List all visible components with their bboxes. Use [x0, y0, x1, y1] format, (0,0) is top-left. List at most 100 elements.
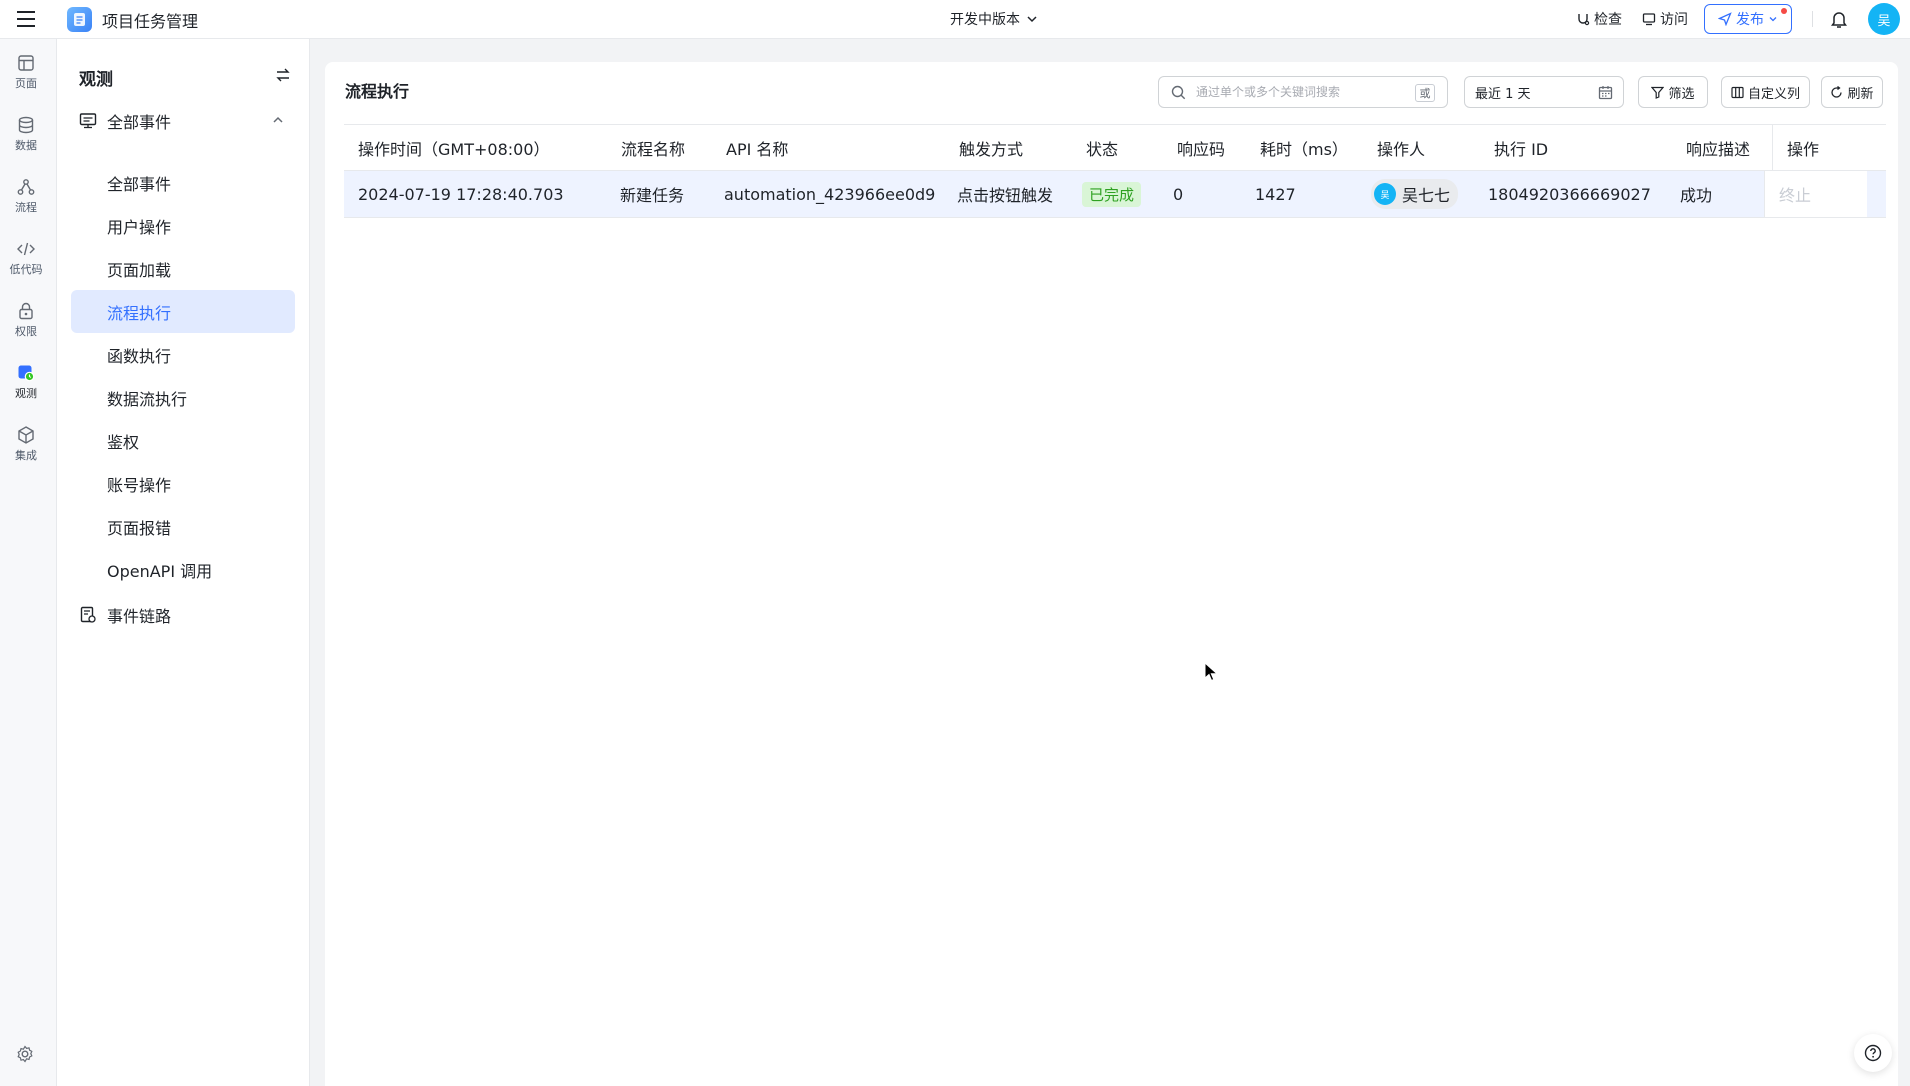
table-header: 操作时间（GMT+08:00） 流程名称 API 名称 触发方式 状态 响应码 …	[344, 124, 1886, 171]
rail-label: 页面	[15, 77, 37, 90]
sidebar-item-label: OpenAPI 调用	[107, 561, 213, 581]
sidebar-item-label: 数据流执行	[107, 389, 188, 409]
operator-chip[interactable]: 吴 吴七七	[1371, 179, 1459, 209]
version-selector[interactable]: 开发中版本	[950, 9, 1038, 29]
main-panel: 流程执行 或 最近 1 天 筛选 自定义列 刷新 操作时间（GMT+08:00）…	[325, 62, 1898, 1086]
refresh-label: 刷新	[1847, 86, 1874, 102]
app-logo	[67, 7, 92, 32]
sidebar-item-page-load[interactable]: 页面加载	[71, 247, 295, 290]
cube-icon	[18, 426, 34, 444]
custom-columns-label: 自定义列	[1747, 86, 1800, 102]
operator-name: 吴七七	[1402, 186, 1451, 205]
status-badge: 已完成	[1082, 181, 1142, 207]
cell-exec-id: 1804920366669027	[1488, 184, 1651, 204]
settings-icon[interactable]	[15, 1044, 35, 1064]
check-button[interactable]: 检查	[1576, 9, 1622, 29]
calendar-icon	[1598, 86, 1613, 100]
rail-label: 权限	[15, 325, 37, 338]
chevron-down-icon	[1027, 16, 1037, 23]
col-header-action: 操作	[1772, 125, 1886, 170]
visit-label: 访问	[1660, 12, 1688, 28]
mouse-cursor-icon	[1204, 662, 1218, 682]
col-header-response[interactable]: 响应描述	[1686, 125, 1750, 170]
switch-icon[interactable]	[275, 67, 291, 83]
sidebar-item-auth[interactable]: 鉴权	[71, 419, 295, 462]
rail-label: 低代码	[9, 263, 43, 276]
cell-flow-name: 新建任务	[620, 186, 685, 205]
refresh-button[interactable]: 刷新	[1821, 76, 1883, 108]
rail-item-observe[interactable]: 观测	[0, 363, 52, 401]
monitor-icon	[79, 113, 97, 129]
col-header-duration[interactable]: 耗时（ms）	[1260, 125, 1348, 170]
sidebar-item-label: 页面报错	[107, 518, 172, 538]
app-title: 项目任务管理	[102, 12, 199, 31]
user-avatar[interactable]: 吴	[1868, 3, 1900, 35]
sidebar-item-function-execution[interactable]: 函数执行	[71, 333, 295, 376]
filter-button[interactable]: 筛选	[1638, 76, 1708, 108]
check-label: 检查	[1594, 12, 1622, 28]
check-icon	[1578, 14, 1590, 26]
sidebar-item-flow-execution[interactable]: 流程执行	[71, 290, 295, 333]
filter-label: 筛选	[1668, 86, 1695, 102]
terminate-link[interactable]: 终止	[1764, 171, 1867, 217]
search-input[interactable]	[1194, 84, 1418, 100]
sidebar-title: 观测	[79, 70, 113, 90]
rail-label: 观测	[15, 387, 37, 400]
rail-item-permission[interactable]: 权限	[0, 301, 52, 339]
sidebar-item-all-events[interactable]: 全部事件	[71, 161, 295, 204]
col-header-trigger[interactable]: 触发方式	[959, 125, 1023, 170]
avatar: 吴	[1374, 183, 1396, 205]
sidebar-item-label: 账号操作	[107, 475, 172, 495]
col-header-exec-id[interactable]: 执行 ID	[1494, 125, 1548, 170]
table-row[interactable]: 2024-07-19 17:28:40.703 新建任务 automation_…	[344, 171, 1886, 218]
rail-item-integration[interactable]: 集成	[0, 425, 52, 463]
menu-icon[interactable]	[14, 8, 38, 30]
question-icon	[1864, 1044, 1882, 1062]
col-header-code[interactable]: 响应码	[1177, 125, 1225, 170]
custom-columns-button[interactable]: 自定义列	[1721, 76, 1810, 108]
col-header-flow-name[interactable]: 流程名称	[621, 125, 685, 170]
cell-duration: 1427	[1255, 184, 1296, 204]
or-toggle[interactable]: 或	[1415, 84, 1435, 102]
monitor-icon	[18, 365, 35, 382]
sidebar-item-label: 用户操作	[107, 217, 172, 237]
sidebar-item-page-errors[interactable]: 页面报错	[71, 505, 295, 548]
visit-button[interactable]: 访问	[1642, 9, 1688, 29]
rail-item-data[interactable]: 数据	[0, 115, 52, 153]
help-button[interactable]	[1854, 1034, 1892, 1072]
sidebar-item-openapi[interactable]: OpenAPI 调用	[71, 548, 295, 591]
code-icon	[17, 242, 35, 256]
sidebar-item-account-actions[interactable]: 账号操作	[71, 462, 295, 505]
publish-button[interactable]: 发布	[1704, 4, 1792, 34]
rail-label: 流程	[15, 201, 37, 214]
sidebar-group-all-events[interactable]: 全部事件	[71, 103, 295, 139]
sidebar-item-label: 页面加载	[107, 260, 172, 280]
col-header-time[interactable]: 操作时间（GMT+08:00）	[358, 125, 550, 170]
sidebar-item-user-actions[interactable]: 用户操作	[71, 204, 295, 247]
cell-operator: 吴 吴七七	[1371, 171, 1459, 217]
lock-icon	[19, 302, 33, 320]
bell-icon[interactable]	[1830, 9, 1848, 29]
rail-item-lowcode[interactable]: 低代码	[0, 239, 52, 277]
cell-api-name: automation_423966ee0d9	[724, 184, 936, 204]
chain-icon	[80, 606, 96, 623]
search-box[interactable]: 或	[1158, 76, 1448, 108]
rail-item-flow[interactable]: 流程	[0, 177, 52, 215]
publish-label: 发布	[1736, 12, 1764, 28]
sidebar-item-label: 全部事件	[107, 174, 172, 194]
cell-code: 0	[1173, 184, 1184, 204]
date-range-picker[interactable]: 最近 1 天	[1464, 76, 1624, 108]
sidebar-item-label: 流程执行	[107, 303, 172, 323]
sidebar-item-event-chain[interactable]: 事件链路	[71, 597, 295, 633]
date-range-value: 最近 1 天	[1475, 86, 1531, 102]
col-header-status[interactable]: 状态	[1086, 125, 1118, 170]
sidebar-item-label: 事件链路	[107, 607, 172, 626]
event-table: 操作时间（GMT+08:00） 流程名称 API 名称 触发方式 状态 响应码 …	[344, 124, 1886, 218]
chevron-down-icon	[1769, 17, 1777, 22]
cell-trigger: 点击按钮触发	[957, 186, 1054, 205]
col-header-api-name[interactable]: API 名称	[726, 125, 788, 170]
version-label: 开发中版本	[950, 12, 1020, 28]
rail-item-page[interactable]: 页面	[0, 53, 52, 91]
col-header-operator[interactable]: 操作人	[1377, 125, 1425, 170]
sidebar-item-dataflow-execution[interactable]: 数据流执行	[71, 376, 295, 419]
